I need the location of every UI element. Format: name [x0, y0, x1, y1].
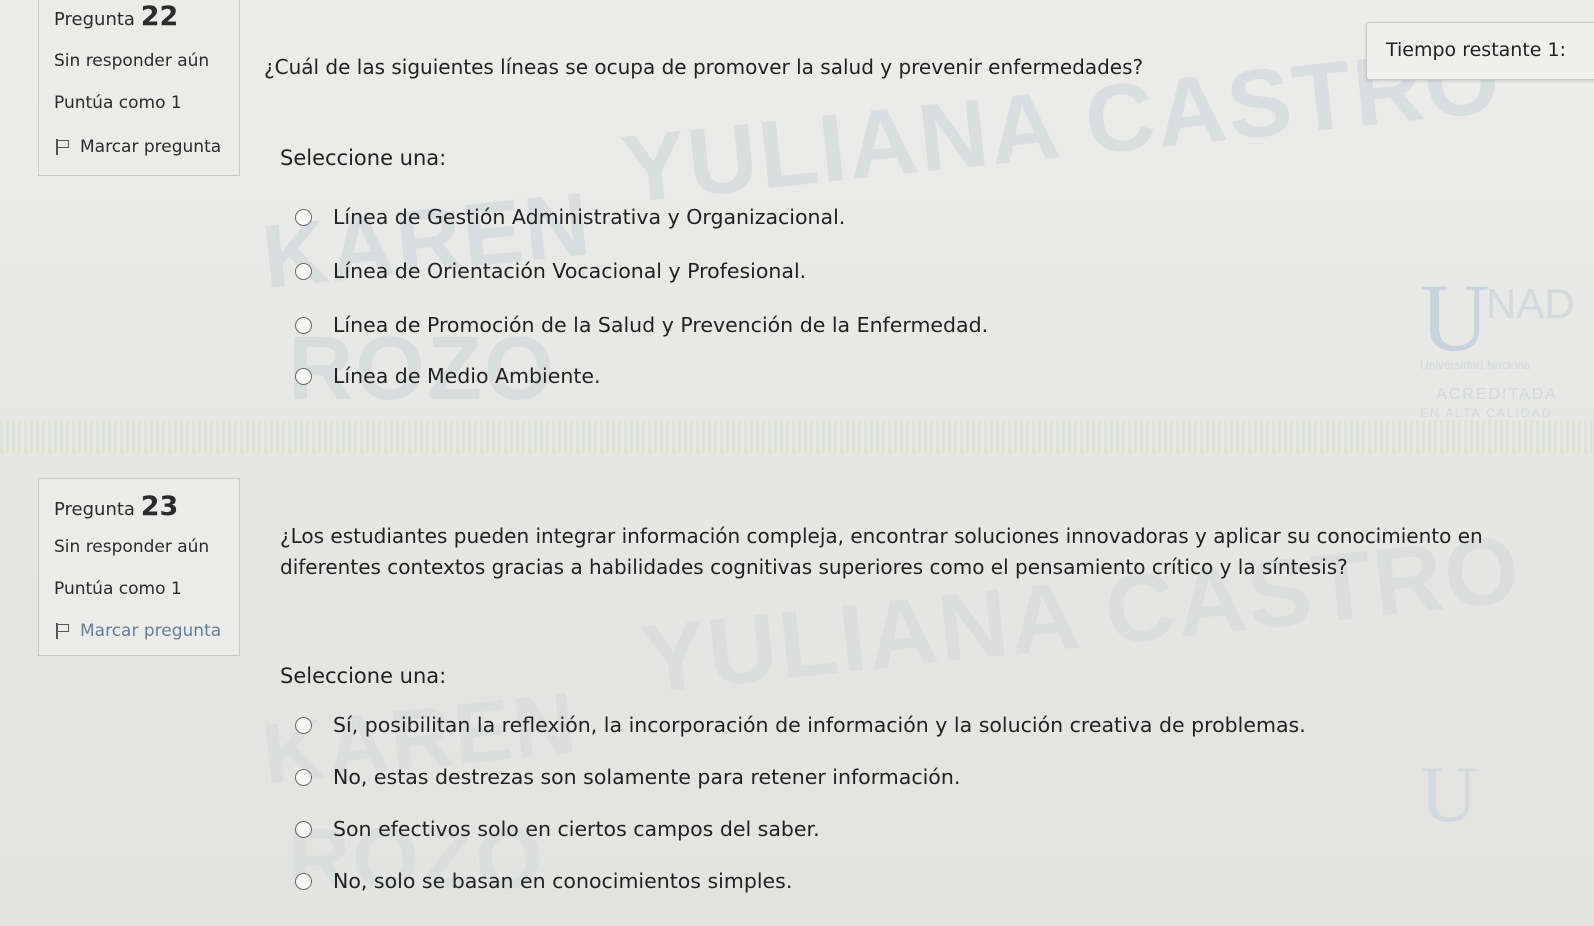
question-state: Sin responder aún: [54, 537, 210, 557]
divider-band: [0, 420, 1594, 454]
question-number: Pregunta 22: [54, 1, 179, 32]
logo-name: NAD: [1486, 280, 1575, 327]
question-number: Pregunta 23: [54, 491, 179, 522]
radio-button[interactable]: [295, 367, 312, 385]
answer-option[interactable]: Son efectivos solo en ciertos campos del…: [295, 817, 820, 841]
radio-button[interactable]: [295, 208, 312, 226]
question-info-22: Pregunta 22 Sin responder aún Puntúa com…: [38, 0, 240, 176]
radio-button[interactable]: [295, 820, 312, 838]
logo-letter: U: [1420, 751, 1478, 839]
radio-button[interactable]: [295, 872, 312, 890]
answer-option[interactable]: Sí, posibilitan la reflexión, la incorpo…: [295, 713, 1306, 737]
radio-button[interactable]: [295, 768, 312, 786]
timer-box: Tiempo restante 1:: [1366, 22, 1594, 80]
logo-accredited: ACREDITADA: [1436, 386, 1558, 403]
flag-question-link[interactable]: Marcar pregunta: [54, 621, 221, 641]
answer-option[interactable]: Línea de Promoción de la Salud y Prevenc…: [295, 313, 988, 337]
flag-icon: [54, 623, 70, 639]
logo-subtitle: Universidad Naciona: [1420, 358, 1531, 372]
radio-button[interactable]: [295, 262, 312, 280]
flag-question-link[interactable]: Marcar pregunta: [54, 137, 221, 157]
question-text-22: ¿Cuál de las siguientes líneas se ocupa …: [264, 55, 1144, 79]
radio-button[interactable]: [295, 316, 312, 334]
answer-option[interactable]: Línea de Orientación Vocacional y Profes…: [295, 259, 806, 283]
timer-label: Tiempo restante 1:: [1386, 39, 1567, 61]
logo-quality: EN ALTA CALIDAD: [1420, 406, 1553, 420]
question-info-23: Pregunta 23 Sin responder aún Puntúa com…: [38, 478, 240, 656]
logo-letter: U: [1420, 264, 1490, 371]
answer-option[interactable]: Línea de Gestión Administrativa y Organi…: [295, 205, 845, 229]
question-state: Sin responder aún: [54, 51, 210, 71]
question-mark: Puntúa como 1: [54, 93, 182, 113]
radio-button[interactable]: [295, 716, 312, 734]
question-mark: Puntúa como 1: [54, 579, 182, 599]
flag-icon: [54, 139, 70, 155]
answer-option[interactable]: No, solo se basan en conocimientos simpl…: [295, 869, 792, 893]
question-text-23: ¿Los estudiantes pueden integrar informa…: [280, 524, 1483, 579]
answer-option[interactable]: No, estas destrezas son solamente para r…: [295, 765, 960, 789]
answer-option[interactable]: Línea de Medio Ambiente.: [295, 364, 600, 388]
answer-prompt: Seleccione una:: [280, 664, 447, 688]
answer-prompt: Seleccione una:: [280, 146, 447, 170]
